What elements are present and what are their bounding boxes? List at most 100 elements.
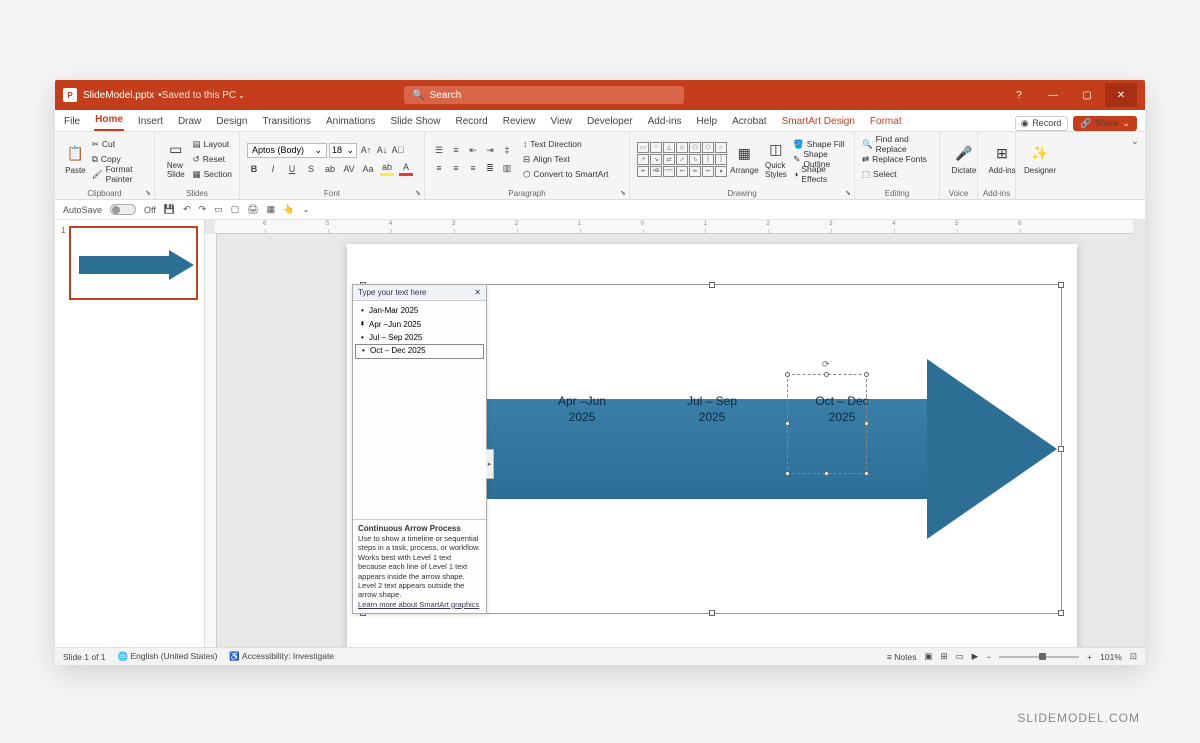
text-pane-item[interactable]: Apr –Jun 2025 — [355, 319, 484, 331]
tab-insert[interactable]: Insert — [137, 112, 164, 131]
cut-button[interactable]: ✂ Cut — [92, 137, 147, 151]
reset-button[interactable]: ↺ Reset — [193, 152, 232, 166]
launcher-icon[interactable]: ⬊ — [145, 189, 151, 197]
undo-icon[interactable]: ↶ — [183, 204, 191, 215]
indent-left-icon[interactable]: ⇤ — [466, 143, 480, 157]
text-pane-item-selected[interactable]: Oct – Dec 2025 — [355, 344, 484, 358]
tab-design[interactable]: Design — [215, 112, 248, 131]
minimize-button[interactable]: — — [1037, 83, 1069, 107]
slide-counter[interactable]: Slide 1 of 1 — [63, 652, 106, 662]
qat-icon[interactable]: ▦ — [267, 204, 276, 215]
reading-view-icon[interactable]: ▭ — [956, 651, 964, 662]
align-text-button[interactable]: ⊟ Align Text — [523, 152, 609, 166]
zoom-level[interactable]: 101% — [1100, 652, 1122, 662]
font-color-icon[interactable]: A — [399, 162, 413, 176]
highlight-icon[interactable]: ab — [380, 162, 394, 176]
text-pane-item[interactable]: Jul – Sep 2025 — [355, 332, 484, 344]
slideshow-view-icon[interactable]: ▶ — [972, 651, 979, 662]
tab-view[interactable]: View — [550, 112, 574, 131]
shapes-gallery[interactable]: ▭○△◇⬠⬡☆ ↗↘⇄⬀⬂{} ⬰⬲⬳⬴⬵⬶▾ — [637, 142, 727, 177]
qat-icon[interactable]: ▢ — [231, 204, 240, 215]
line-spacing-icon[interactable]: ‡ — [500, 143, 514, 157]
launcher-icon[interactable]: ⬊ — [415, 189, 421, 197]
find-button[interactable]: 🔍 Find and Replace — [862, 137, 932, 151]
qat-icon[interactable]: 🖨 — [247, 204, 258, 215]
tab-smartart-design[interactable]: SmartArt Design — [781, 112, 856, 131]
qat-more-icon[interactable]: ⌄ — [302, 204, 310, 215]
tab-transitions[interactable]: Transitions — [261, 112, 312, 131]
layout-button[interactable]: ▤ Layout — [193, 137, 232, 151]
learn-more-link[interactable]: Learn more about SmartArt graphics — [358, 600, 479, 609]
addins-button[interactable]: ⊞Add-ins — [985, 134, 1019, 184]
quick-styles-button[interactable]: ◫Quick Styles — [762, 134, 791, 184]
clear-format-icon[interactable]: A⃠ — [391, 143, 405, 157]
replace-button[interactable]: ⇄ Replace Fonts — [862, 152, 932, 166]
tab-draw[interactable]: Draw — [177, 112, 202, 131]
save-status[interactable]: Saved to this PC — [162, 90, 236, 101]
format-painter-button[interactable]: 🖌 Format Painter — [92, 167, 147, 181]
tab-acrobat[interactable]: Acrobat — [731, 112, 767, 131]
tab-help[interactable]: Help — [696, 112, 719, 131]
redo-icon[interactable]: ↷ — [199, 204, 207, 215]
zoom-slider[interactable] — [999, 656, 1079, 658]
autosave-toggle[interactable] — [110, 204, 136, 215]
qat-icon[interactable]: ▭ — [214, 204, 223, 215]
tab-slideshow[interactable]: Slide Show — [389, 112, 441, 131]
zoom-out-icon[interactable]: − — [986, 652, 991, 662]
arrange-button[interactable]: ▦Arrange — [730, 134, 759, 184]
tab-file[interactable]: File — [63, 112, 81, 131]
slide-canvas-area[interactable]: Jan-Mar 2025 Apr –Jun 2025 Jul – Sep 202… — [217, 234, 1133, 647]
tab-addins[interactable]: Add-ins — [647, 112, 683, 131]
tab-review[interactable]: Review — [502, 112, 537, 131]
text-pane-item[interactable]: Jan-Mar 2025 — [355, 305, 484, 317]
convert-smartart-button[interactable]: ⬡ Convert to SmartArt — [523, 167, 609, 181]
bold-icon[interactable]: B — [247, 162, 261, 176]
slide-thumbnail-1[interactable] — [69, 226, 198, 300]
search-box[interactable]: 🔍 Search — [404, 86, 684, 104]
new-slide-button[interactable]: ▭New Slide — [162, 134, 190, 184]
text-pane-collapse-handle[interactable]: ▸ — [486, 449, 494, 479]
maximize-button[interactable]: ▢ — [1071, 83, 1103, 107]
save-icon[interactable]: 💾 — [164, 204, 175, 215]
case-icon[interactable]: Aa — [361, 162, 375, 176]
dictate-button[interactable]: 🎤Dictate — [947, 134, 981, 184]
language-status[interactable]: 🌐 English (United States) — [118, 651, 218, 662]
tab-home[interactable]: Home — [94, 110, 124, 131]
justify-icon[interactable]: ≣ — [483, 161, 497, 175]
spacing-icon[interactable]: AV — [342, 162, 356, 176]
bullets-icon[interactable]: ☰ — [432, 143, 446, 157]
text-selection[interactable]: ⟳ — [787, 374, 867, 474]
section-button[interactable]: ▦ Section — [193, 167, 232, 181]
rotate-handle-icon[interactable]: ⟳ — [822, 359, 832, 369]
collapse-ribbon-icon[interactable]: ⌄ — [1131, 136, 1139, 147]
text-direction-button[interactable]: ↕ Text Direction — [523, 137, 609, 151]
shadow-icon[interactable]: ab — [323, 162, 337, 176]
accessibility-status[interactable]: ♿ Accessibility: Investigate — [229, 651, 334, 662]
columns-icon[interactable]: ▥ — [500, 161, 514, 175]
underline-icon[interactable]: U — [285, 162, 299, 176]
tab-animations[interactable]: Animations — [325, 112, 376, 131]
font-size-select[interactable]: 18⌄ — [329, 143, 357, 158]
italic-icon[interactable]: I — [266, 162, 280, 176]
paste-button[interactable]: 📋Paste — [62, 134, 89, 184]
close-button[interactable]: ✕ — [1105, 83, 1137, 107]
strike-icon[interactable]: S — [304, 162, 318, 176]
zoom-in-icon[interactable]: + — [1087, 652, 1092, 662]
numbering-icon[interactable]: ≡ — [449, 143, 463, 157]
tab-format[interactable]: Format — [869, 112, 903, 131]
launcher-icon[interactable]: ⬊ — [845, 189, 851, 197]
decrease-font-icon[interactable]: A↓ — [375, 143, 389, 157]
designer-button[interactable]: ✨Designer — [1023, 134, 1057, 184]
sorter-view-icon[interactable]: ⊞ — [940, 651, 947, 662]
launcher-icon[interactable]: ⬊ — [620, 189, 626, 197]
record-button[interactable]: ◉ Record — [1015, 116, 1068, 131]
fit-window-icon[interactable]: ⊡ — [1130, 651, 1137, 662]
share-button[interactable]: 🔗 Share ⌄ — [1073, 116, 1137, 131]
close-icon[interactable]: ✕ — [474, 288, 481, 297]
qat-icon[interactable]: 👆 — [283, 204, 294, 215]
chevron-down-icon[interactable]: ⌄ — [238, 91, 245, 100]
select-button[interactable]: ⬚ Select — [862, 167, 932, 181]
align-left-icon[interactable]: ≡ — [432, 161, 446, 175]
align-center-icon[interactable]: ≡ — [449, 161, 463, 175]
normal-view-icon[interactable]: ▣ — [924, 651, 932, 662]
